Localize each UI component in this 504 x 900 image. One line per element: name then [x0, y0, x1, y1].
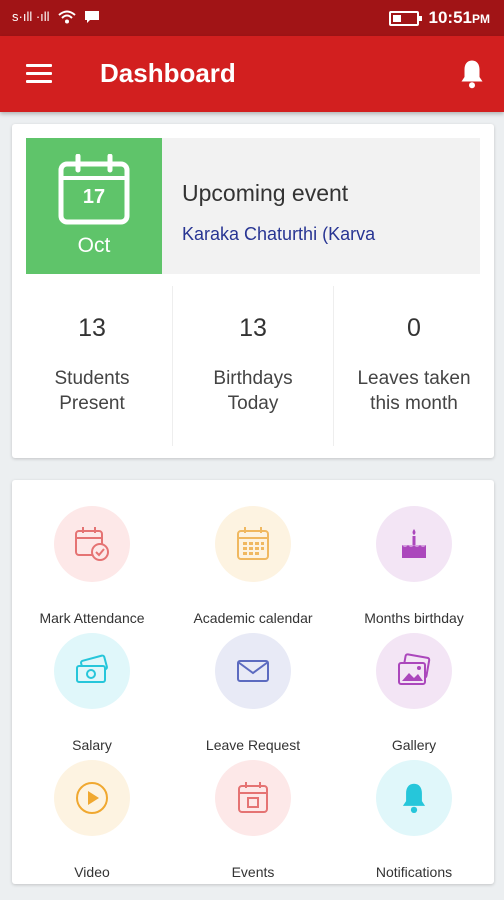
wifi-icon [57, 10, 76, 23]
status-bar: s·ıll ·ıll 10:51PM [0, 0, 504, 36]
event-name[interactable]: Karaka Chaturthi (Karva [182, 224, 472, 245]
menu-label: Leave Request [205, 737, 301, 753]
gallery-button[interactable]: Gallery [334, 633, 494, 753]
menu-label: Academic calendar [193, 610, 313, 626]
calendar-grid-icon [237, 527, 269, 560]
attendance-calendar-icon [75, 527, 109, 561]
menu-label: Salary [72, 737, 112, 753]
salary-button[interactable]: Salary [12, 633, 172, 753]
app-bar: Dashboard [0, 36, 504, 112]
clock: 10:51PM [428, 8, 490, 27]
battery-icon [388, 10, 422, 26]
stat-value: 0 [407, 314, 421, 342]
menu-label: Months birthday [364, 610, 464, 626]
signal-indicator: s·ıll ·ıll [12, 9, 50, 24]
stat-value: 13 [78, 314, 106, 342]
academic-calendar-button[interactable]: Academic calendar [173, 506, 333, 626]
status-icons-left: s·ıll ·ıll [12, 9, 100, 24]
menu-label: Mark Attendance [39, 610, 145, 626]
upcoming-event[interactable]: 17 Oct Upcoming event Karaka Chaturthi (… [26, 138, 480, 274]
stat-students-present[interactable]: 13 Students Present [12, 286, 172, 446]
icon-circle [215, 760, 291, 836]
leave-request-button[interactable]: Leave Request [173, 633, 333, 753]
menu-label: Gallery [391, 737, 437, 753]
play-icon [76, 782, 108, 814]
icon-circle [54, 760, 130, 836]
icon-circle [376, 506, 452, 582]
icon-circle [376, 633, 452, 709]
stat-birthdays-today[interactable]: 13 Birthdays Today [172, 286, 333, 446]
stat-label: Students Present [54, 368, 130, 414]
stat-label: Leaves taken this month [357, 368, 471, 414]
icon-circle [376, 760, 452, 836]
menu-label: Events [231, 864, 275, 880]
menu-grid: Mark Attendance Academic calendar Months… [12, 480, 494, 884]
menu-label: Video [74, 864, 110, 880]
page-title: Dashboard [100, 58, 236, 88]
mark-attendance-button[interactable]: Mark Attendance [12, 506, 172, 626]
event-calendar-icon [238, 782, 268, 813]
money-icon [76, 654, 108, 683]
event-month: Oct [77, 234, 111, 257]
video-button[interactable]: Video [12, 760, 172, 880]
icon-circle [215, 633, 291, 709]
stats-row: 13 Students Present 13 Birthdays Today 0 L… [12, 286, 494, 446]
stat-label: Birthdays Today [213, 368, 293, 414]
events-button[interactable]: Events [173, 760, 333, 880]
menu-button[interactable] [22, 60, 58, 88]
icon-circle [54, 633, 130, 709]
notification-button[interactable] [454, 56, 490, 92]
icon-circle [54, 506, 130, 582]
stat-value: 13 [239, 314, 267, 342]
event-heading: Upcoming event [182, 180, 349, 206]
notifications-button[interactable]: Notifications [334, 760, 494, 880]
chat-bubble-icon [84, 10, 99, 23]
event-date-tile: 17 Oct [26, 138, 162, 274]
birthday-cake-icon [402, 529, 426, 558]
event-day: 17 [82, 186, 106, 208]
icon-circle [215, 506, 291, 582]
status-icons-right: 10:51PM [388, 8, 490, 28]
summary-card: 17 Oct Upcoming event Karaka Chaturthi (… [12, 124, 494, 458]
gallery-icon [398, 653, 431, 685]
months-birthday-button[interactable]: Months birthday [334, 506, 494, 626]
bell-icon [402, 783, 426, 814]
menu-label: Notifications [375, 864, 453, 880]
stat-leaves-taken[interactable]: 0 Leaves taken this month [333, 286, 494, 446]
envelope-icon [237, 660, 269, 682]
bell-icon [461, 60, 483, 89]
